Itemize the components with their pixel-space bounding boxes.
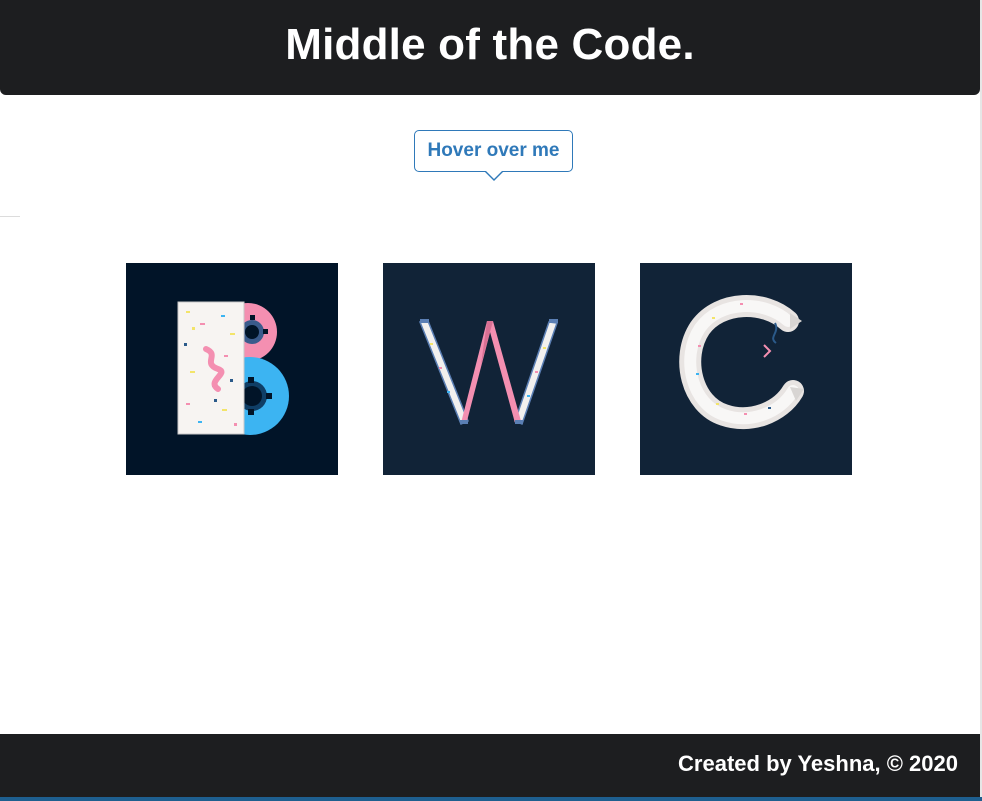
letter-b-icon: [177, 301, 289, 435]
tile-letter-w[interactable]: [383, 263, 595, 475]
letter-w-icon: [418, 319, 559, 426]
page-header: Middle of the Code.: [0, 0, 980, 95]
tile-letter-c[interactable]: [640, 263, 852, 475]
page-title: Middle of the Code.: [285, 19, 695, 69]
hover-over-me-button[interactable]: Hover over me: [414, 130, 573, 181]
letter-c-icon: [679, 295, 804, 430]
tooltip-arrow-fill: [485, 170, 503, 179]
footer-credit: Created by Yeshna, © 2020: [678, 751, 958, 776]
hover-button-label: Hover over me: [427, 140, 560, 161]
page-footer: Created by Yeshna, © 2020: [0, 734, 980, 797]
tile-letter-b[interactable]: [126, 263, 338, 475]
bottom-strip: [0, 797, 982, 801]
divider: [0, 216, 20, 217]
